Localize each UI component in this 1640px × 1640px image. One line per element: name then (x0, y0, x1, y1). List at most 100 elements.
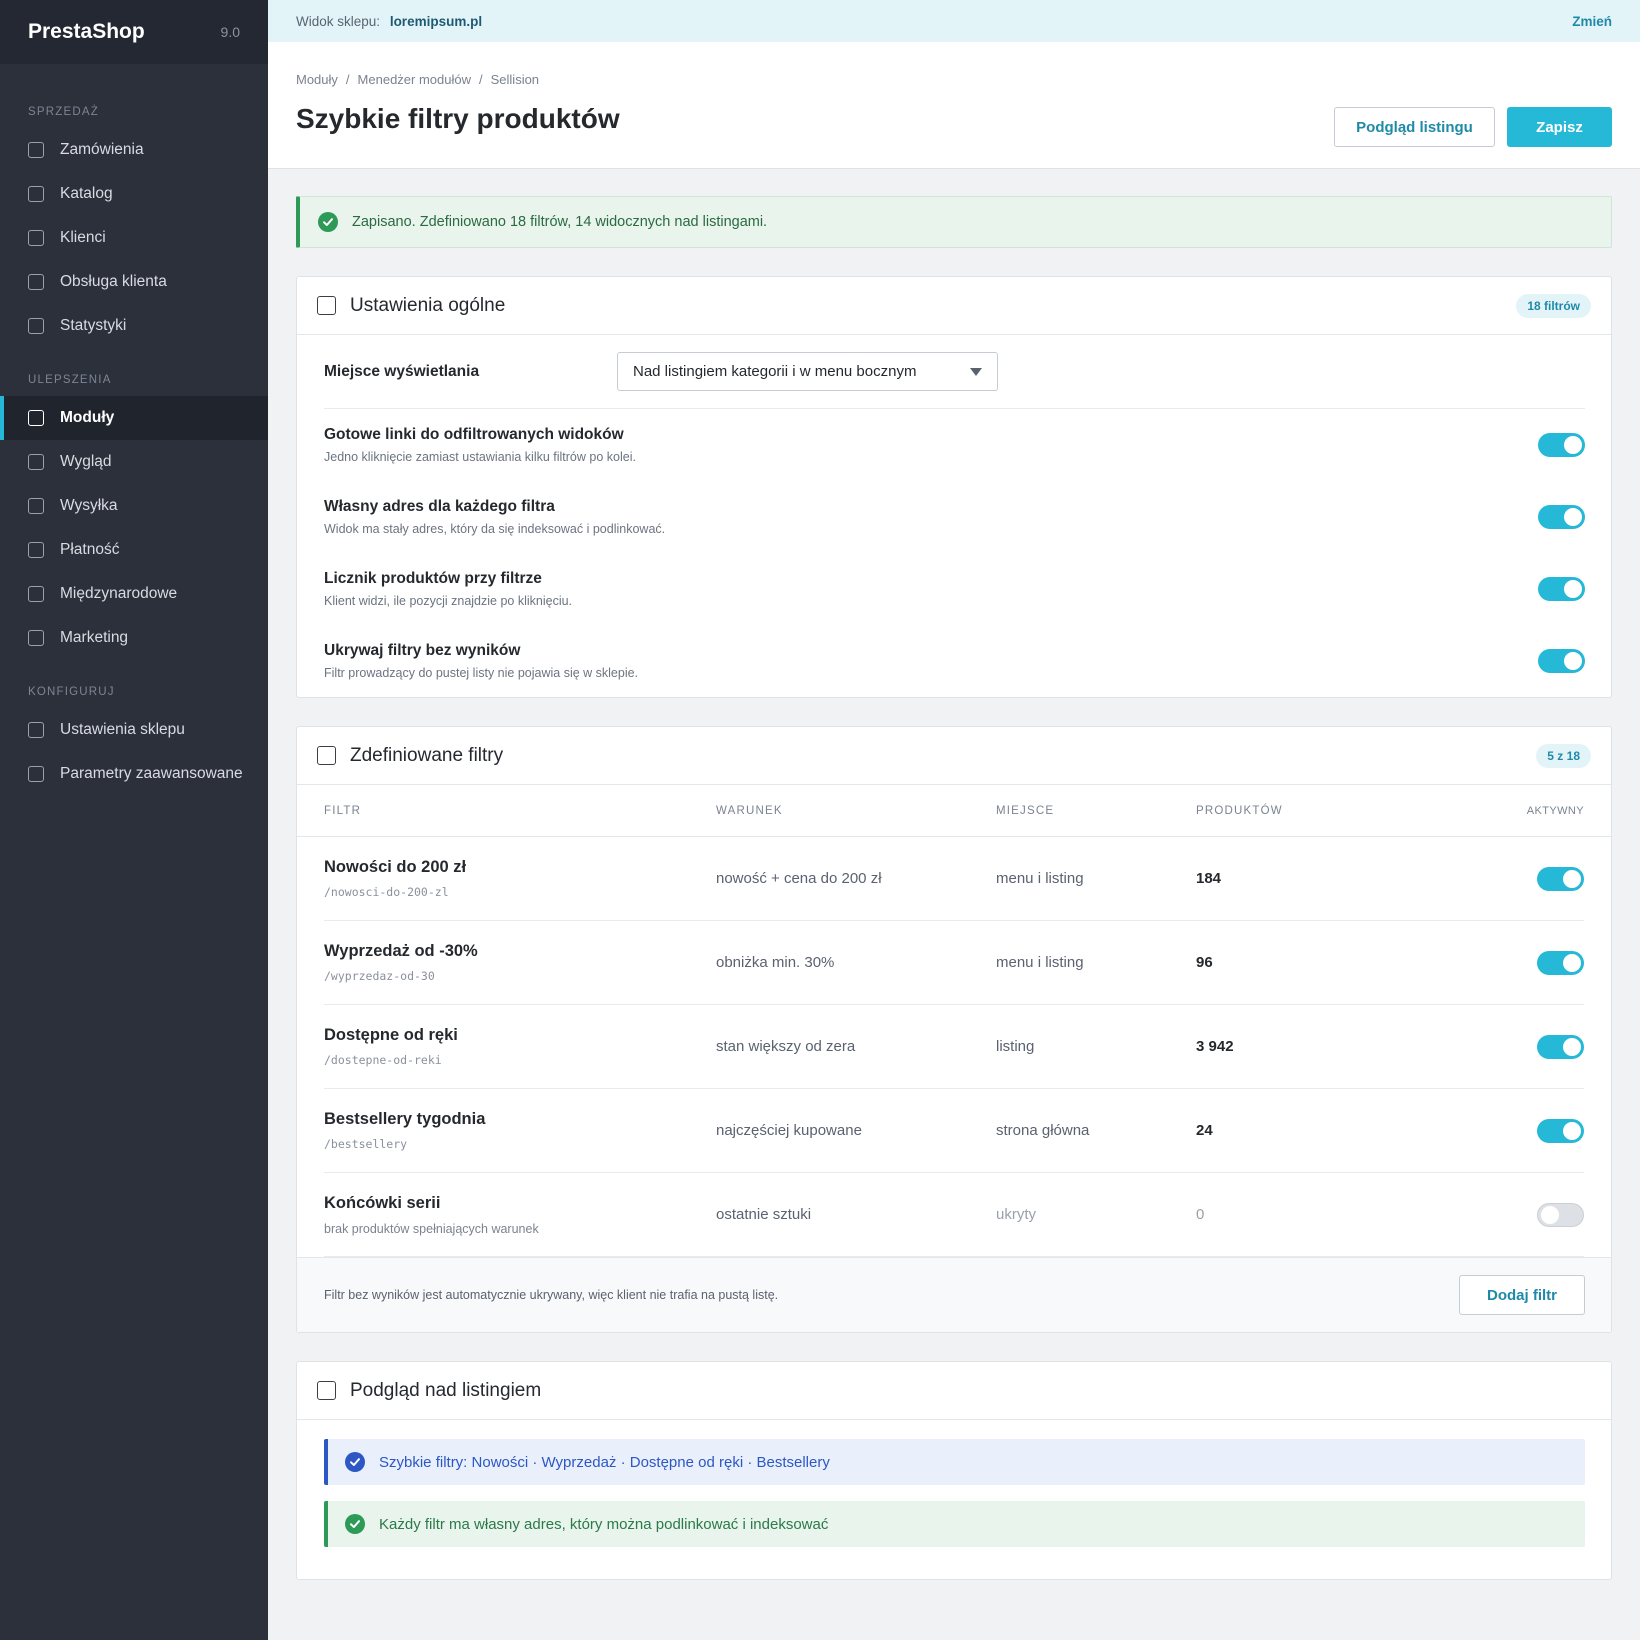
save-button[interactable]: Zapisz (1507, 107, 1612, 147)
display-location-select[interactable]: Nad listingiem kategorii i w menu boczny… (617, 352, 998, 391)
checkbox-icon (28, 318, 44, 334)
change-shop-link[interactable]: Zmień (1572, 14, 1612, 29)
filter-active-toggle[interactable] (1537, 866, 1584, 891)
filter-count: 96 (1196, 954, 1213, 971)
table-row[interactable]: Nowości do 200 zł /nowosci-do-200-zl now… (324, 837, 1584, 921)
column-header-active[interactable]: AKTYWNY (1396, 805, 1584, 817)
filter-condition: obniżka min. 30% (716, 954, 835, 971)
setting-text: Licznik produktów przy filtrze Klient wi… (324, 570, 572, 608)
filter-count: 184 (1196, 870, 1222, 887)
check-circle-icon (345, 1452, 365, 1472)
success-alert: Zapisano. Zdefiniowano 18 filtrów, 14 wi… (296, 196, 1612, 248)
info-alert-text: Szybkie filtry: Nowości · Wyprzedaż · Do… (379, 1453, 830, 1471)
filter-place: ukryty (996, 1206, 1037, 1223)
sidebar-item-label: Ustawienia sklepu (60, 721, 185, 738)
defined-filters-card: Zdefiniowane filtry 5 z 18 FILTR WARUNEK… (296, 726, 1612, 1333)
check-circle-icon (345, 1514, 365, 1534)
filters-count-badge: 18 filtrów (1516, 294, 1591, 318)
sidebar-item-international[interactable]: Międzynarodowe (0, 572, 268, 616)
setting-title: Licznik produktów przy filtrze (324, 570, 542, 587)
breadcrumb-module-manager[interactable]: Menedżer modułów (358, 72, 471, 87)
filter-slug: /nowosci-do-200-zl (324, 885, 449, 899)
checkbox-icon (28, 630, 44, 646)
product-counter-toggle[interactable] (1538, 577, 1585, 601)
sidebar-item-label: Zamówienia (60, 141, 144, 158)
filter-condition: najczęściej kupowane (716, 1122, 862, 1139)
sidebar-item-catalog[interactable]: Katalog (0, 172, 268, 216)
sidebar-item-stats[interactable]: Statystyki (0, 304, 268, 348)
toggle-cell (1396, 866, 1584, 891)
sidebar-item-design[interactable]: Wygląd (0, 440, 268, 484)
preview-listing-button[interactable]: Podgląd listingu (1334, 107, 1495, 147)
success-alert-text: Zapisano. Zdefiniowano 18 filtrów, 14 wi… (352, 214, 768, 230)
table-row[interactable]: Bestsellery tygodnia /bestsellery najczę… (324, 1089, 1584, 1173)
checkbox-icon (28, 274, 44, 290)
table-row[interactable]: Końcówki serii brak produktów spełniając… (324, 1173, 1584, 1257)
filter-count: 24 (1196, 1122, 1213, 1139)
breadcrumb-modules[interactable]: Moduły (296, 72, 338, 87)
sidebar-item-label: Klienci (60, 229, 106, 246)
column-header-condition[interactable]: WARUNEK (716, 805, 996, 817)
setting-row-hide-empty: Ukrywaj filtry bez wyników Filtr prowadz… (324, 625, 1585, 697)
setting-desc: Jedno kliknięcie zamiast ustawiania kilk… (324, 450, 636, 464)
select-value: Nad listingiem kategorii i w menu boczny… (633, 363, 917, 380)
filter-active-toggle[interactable] (1537, 1034, 1584, 1059)
add-filter-button[interactable]: Dodaj filtr (1459, 1275, 1585, 1315)
breadcrumb-current: Sellision (490, 72, 540, 87)
setting-title: Własny adres dla każdego filtra (324, 498, 555, 515)
card-header: Podgląd nad listingiem (297, 1362, 1611, 1420)
shop-url-link[interactable]: loremipsum.pl (390, 14, 482, 29)
filter-cell: Bestsellery tygodnia /bestsellery (324, 1110, 716, 1151)
column-header-place[interactable]: MIEJSCE (996, 805, 1196, 817)
filter-cell: Nowości do 200 zł /nowosci-do-200-zl (324, 858, 716, 899)
sidebar-item-marketing[interactable]: Marketing (0, 616, 268, 660)
sidebar-item-label: Międzynarodowe (60, 585, 178, 602)
version-label: 9.0 (220, 24, 240, 40)
toggle-cell (1396, 1202, 1584, 1227)
sidebar-item-customer-service[interactable]: Obsługa klienta (0, 260, 268, 304)
sidebar-item-payment[interactable]: Płatność (0, 528, 268, 572)
toggle-cell (1396, 1034, 1584, 1059)
toggle-cell (1396, 950, 1584, 975)
brand-logo[interactable]: PrestaShop (28, 20, 145, 44)
filter-name: Nowości do 200 zł (324, 858, 467, 876)
filter-slug: /dostepne-od-reki (324, 1053, 442, 1067)
filter-name: Końcówki serii (324, 1193, 441, 1212)
sidebar-item-label: Wysyłka (60, 497, 118, 514)
checkbox-icon (28, 410, 44, 426)
shop-view-label: Widok sklepu: (296, 13, 381, 29)
table-row[interactable]: Wyprzedaż od -30% /wyprzedaz-od-30 obniż… (324, 921, 1584, 1005)
sidebar-item-modules[interactable]: Moduły (0, 396, 268, 440)
filter-active-toggle[interactable] (1537, 950, 1584, 975)
filter-active-toggle[interactable] (1537, 1118, 1584, 1143)
sidebar-item-label: Statystyki (60, 317, 127, 334)
page-content: Zapisano. Zdefiniowano 18 filtrów, 14 wi… (268, 169, 1640, 1580)
sidebar-item-orders[interactable]: Zamówienia (0, 128, 268, 172)
ready-links-toggle[interactable] (1538, 433, 1585, 457)
filter-place: menu i listing (996, 870, 1084, 887)
main-area: Widok sklepu: loremipsum.pl Zmień Moduły… (268, 0, 1640, 1640)
filter-name: Bestsellery tygodnia (324, 1110, 486, 1128)
caret-down-icon (970, 367, 982, 376)
column-header-filter[interactable]: FILTR (324, 805, 716, 817)
filter-condition: nowość + cena do 200 zł (716, 870, 882, 887)
checkbox-icon (28, 454, 44, 470)
hide-empty-toggle[interactable] (1538, 649, 1585, 673)
sidebar-item-customers[interactable]: Klienci (0, 216, 268, 260)
check-circle-icon (318, 212, 338, 232)
table-row[interactable]: Dostępne od ręki /dostepne-od-reki stan … (324, 1005, 1584, 1089)
display-location-label: Miejsce wyświetlania (324, 362, 480, 380)
sidebar-item-shipping[interactable]: Wysyłka (0, 484, 268, 528)
sidebar-item-label: Parametry zaawansowane (60, 765, 243, 782)
sidebar-item-advanced[interactable]: Parametry zaawansowane (0, 752, 268, 796)
sidebar-item-label: Marketing (60, 629, 129, 646)
preview-body: Szybkie filtry: Nowości · Wyprzedaż · Do… (297, 1420, 1611, 1579)
column-header-count[interactable]: PRODUKTÓW (1196, 805, 1396, 817)
filter-count: 3 942 (1196, 1038, 1234, 1055)
breadcrumb: Moduły / Menedżer modułów / Sellision (296, 72, 1612, 87)
sidebar-item-shop-settings[interactable]: Ustawienia sklepu (0, 708, 268, 752)
own-url-toggle[interactable] (1538, 505, 1585, 529)
sidebar-item-label: Płatność (60, 541, 120, 558)
filter-active-toggle[interactable] (1537, 1202, 1584, 1227)
checkbox-icon (28, 186, 44, 202)
